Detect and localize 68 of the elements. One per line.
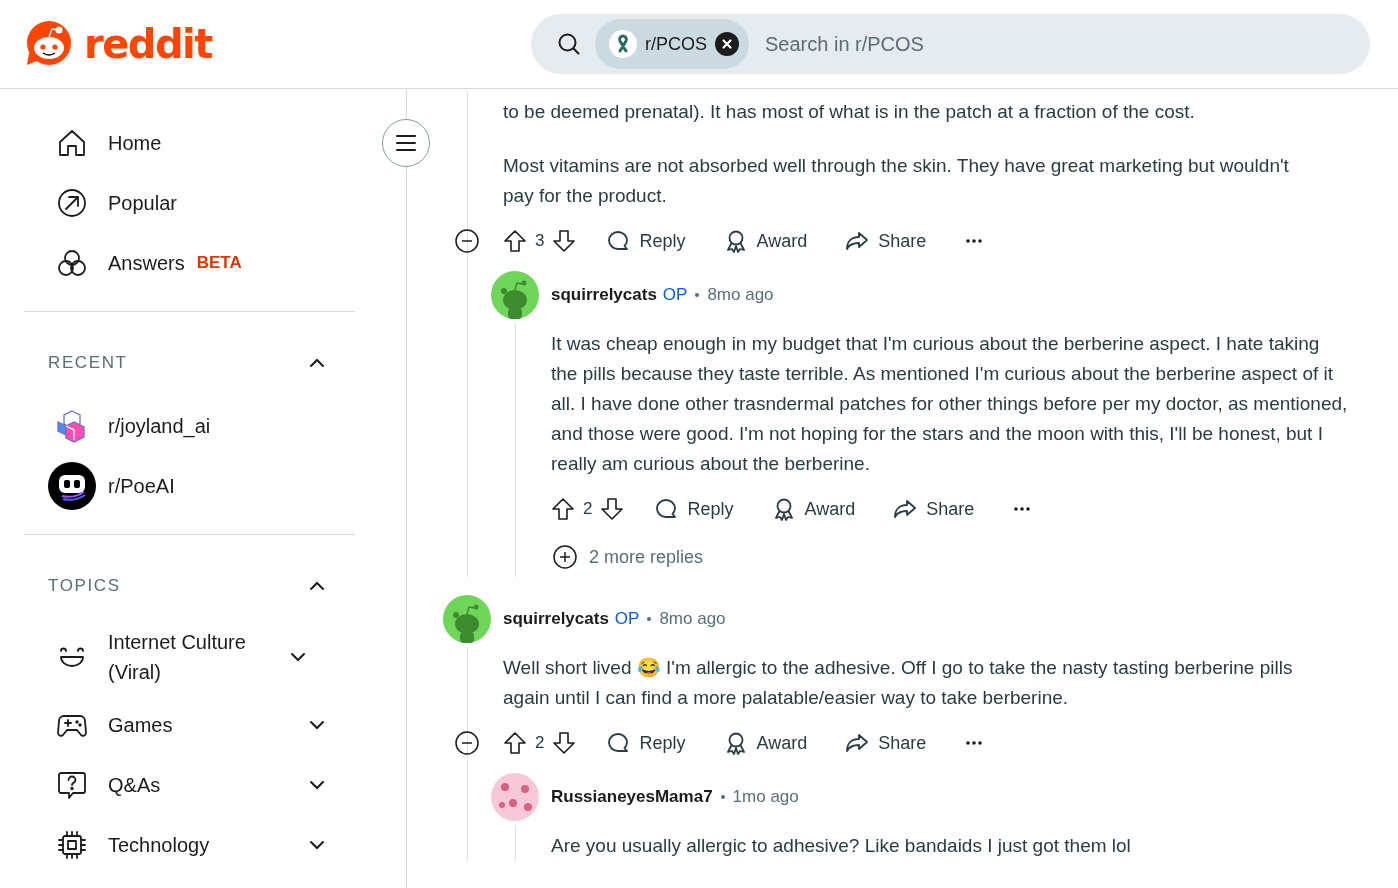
community-item[interactable]: r/joyland_ai	[24, 396, 355, 456]
robot-avatar-icon	[48, 462, 96, 510]
share-arrow-icon	[845, 731, 870, 755]
award-button[interactable]: Award	[763, 491, 864, 527]
beta-label: BETA	[196, 253, 242, 273]
upvote-icon[interactable]	[503, 229, 527, 253]
reply-button[interactable]: Reply	[598, 725, 694, 761]
comment-text: It was cheap enough in my budget that I'm curious about the berberine aspect. I hate taking the pills because they taste terrible. As mentioned I'm curious about the berberine aspect of it all. I have done other trasndermal patches for other things before per my doctor, as mentioned, and those were good. I'm not hoping for the stars and the moon with this, I'll be honest, but I really am curious about the berberine.	[551, 332, 1349, 476]
op-label: OP	[662, 285, 688, 305]
chip-icon	[56, 829, 88, 861]
downvote-icon[interactable]	[552, 731, 577, 755]
section-heading: RECENT	[48, 353, 128, 373]
username[interactable]: squirrelycats	[551, 285, 657, 305]
topic-item[interactable]: Internet Culture (Viral)	[24, 619, 355, 695]
share-button[interactable]: Share	[837, 725, 935, 761]
expand-icon	[553, 545, 577, 569]
community-item[interactable]: r/PoeAI	[24, 456, 355, 516]
vote-count: 3	[535, 231, 545, 251]
nav-item[interactable]: Home	[24, 113, 355, 173]
arrow-circle-icon	[56, 187, 88, 219]
close-icon[interactable]	[715, 32, 739, 56]
timestamp: 8mo ago	[707, 285, 774, 305]
vote-count: 2	[535, 733, 545, 753]
downvote-icon[interactable]	[600, 497, 625, 521]
home-icon	[56, 127, 88, 159]
timestamp: 8mo ago	[659, 609, 726, 629]
nav-item[interactable]: Popular	[24, 173, 355, 233]
question-bubble-icon	[56, 769, 88, 801]
section-heading: TOPICS	[48, 576, 121, 596]
collapse-icon[interactable]	[455, 229, 479, 253]
comment-text: Well short lived 😂 I'm allergic to the adhesive. Off I go to take the nasty tasting berberine pills again until I can find a more palatable/easier way to take berberine.	[503, 656, 1294, 710]
reply-button[interactable]: Reply	[646, 491, 742, 527]
timestamp: 1mo ago	[732, 787, 799, 807]
username[interactable]: squirrelycats	[503, 609, 609, 629]
topic-item[interactable]: Games	[24, 695, 355, 755]
speech-bubble-icon	[606, 229, 631, 253]
circles-icon	[56, 247, 88, 279]
community-chip[interactable]: r/PCOS	[595, 19, 749, 69]
more-replies-link[interactable]: 2 more replies	[553, 537, 704, 577]
avatar-icon	[443, 595, 491, 643]
award-button[interactable]: Award	[715, 725, 816, 761]
share-button[interactable]: Share	[885, 491, 983, 527]
downvote-icon[interactable]	[552, 229, 577, 253]
award-button[interactable]: Award	[715, 223, 816, 259]
collapse-icon[interactable]	[455, 731, 479, 755]
upvote-icon[interactable]	[503, 731, 527, 755]
avatar-icon	[491, 271, 539, 319]
comment-text: Are you usually allergic to adhesive? Like bandaids I just got them lol	[551, 834, 1132, 858]
vote-count: 2	[583, 499, 593, 519]
search-field[interactable]: r/PCOS Search in r/PCOS	[531, 14, 1370, 74]
speech-bubble-icon	[606, 731, 631, 755]
op-label: OP	[614, 609, 640, 629]
upvote-icon[interactable]	[551, 497, 575, 521]
comment-text: Most vitamins are not absorbed well through the skin. They have great marketing but wouldn't pay for the product.	[503, 154, 1290, 208]
search-icon	[557, 32, 581, 56]
reply-button[interactable]: Reply	[598, 223, 694, 259]
username[interactable]: RussianeyesMama7	[551, 787, 713, 807]
topic-item[interactable]: Q&As	[24, 755, 355, 815]
speech-bubble-icon	[654, 497, 679, 521]
avatar-icon	[491, 773, 539, 821]
share-arrow-icon	[845, 229, 870, 253]
comment-text: to be deemed prenatal). It has most of what is in the patch at a fraction of the cost.	[503, 100, 1196, 124]
nav-item[interactable]: Answers BETA	[24, 233, 355, 293]
menu-toggle-button[interactable]	[382, 119, 430, 167]
share-button[interactable]: Share	[837, 223, 935, 259]
ribbon-icon	[609, 30, 637, 58]
topic-item[interactable]: Technology	[24, 815, 355, 875]
share-arrow-icon	[893, 497, 918, 521]
